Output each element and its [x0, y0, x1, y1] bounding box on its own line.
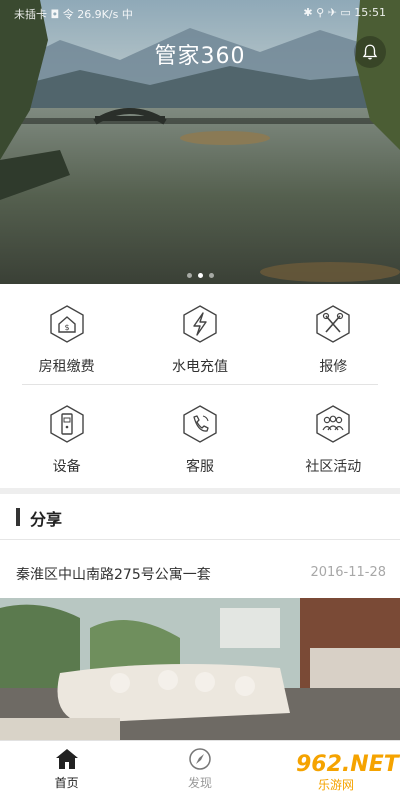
service-customer-service[interactable]: 客服	[133, 392, 266, 492]
bell-icon	[362, 44, 378, 60]
status-left: 未插卡 ◘ 令 26.9K/s 中	[14, 8, 133, 21]
service-repair[interactable]: 报修	[267, 292, 400, 392]
notification-button[interactable]	[354, 36, 386, 68]
service-label: 客服	[185, 459, 214, 475]
service-label: 房租缴费	[38, 359, 95, 375]
tab-label: 发现	[187, 776, 212, 790]
grid-divider	[22, 384, 378, 385]
compass-icon	[189, 748, 211, 770]
service-label: 报修	[319, 359, 348, 375]
customer-service-phone-icon	[183, 405, 217, 443]
service-utility-recharge[interactable]: 水电充值	[133, 292, 266, 392]
service-label: 社区活动	[305, 459, 362, 475]
service-label: 水电充值	[171, 359, 228, 375]
share-item-title: 秦淮区中山南路275号公寓一套	[16, 567, 211, 583]
watermark-text: 乐游网	[318, 778, 355, 792]
utility-recharge-icon	[183, 305, 217, 343]
share-section-header: 分享	[0, 494, 400, 540]
share-item-date: 2016-11-28	[310, 565, 386, 580]
service-grid: $ 房租缴费 水电充值 报修 设备 客服 社区活动	[0, 284, 400, 488]
watermark-number: 962.NET	[296, 752, 399, 777]
share-section-title: 分享	[30, 510, 63, 529]
tab-discover[interactable]: 发现	[133, 741, 266, 800]
service-device[interactable]: 设备	[0, 392, 133, 492]
carousel-dot[interactable]	[186, 273, 192, 278]
repair-tools-icon	[316, 305, 351, 343]
tab-home[interactable]: 首页	[0, 741, 133, 800]
rent-payment-icon: $	[49, 305, 84, 343]
apartment-interior-image	[0, 598, 400, 740]
service-rent-payment[interactable]: $ 房租缴费	[0, 292, 133, 392]
share-list-item[interactable]: 秦淮区中山南路275号公寓一套 2016-11-28	[0, 540, 400, 598]
app-title: 管家360	[154, 44, 246, 69]
status-bar: 未插卡 ◘ 令 26.9K/s 中 ✱ ⚲ ✈ ▭ 15:51	[14, 6, 386, 22]
carousel-indicator	[0, 273, 400, 278]
service-label: 设备	[52, 459, 81, 475]
home-icon	[55, 749, 78, 769]
carousel-dot[interactable]	[208, 273, 214, 278]
site-watermark: 962.NET 乐游网	[266, 750, 399, 796]
tab-label: 首页	[54, 776, 79, 790]
svg-text:$: $	[64, 323, 69, 332]
status-right: ✱ ⚲ ✈ ▭ 15:51	[303, 6, 386, 19]
carousel-dot-active[interactable]	[197, 273, 203, 278]
service-community-activity[interactable]: 社区活动	[267, 392, 400, 492]
community-people-icon	[316, 405, 351, 443]
device-door-icon	[49, 405, 84, 443]
share-item-photo[interactable]	[0, 598, 400, 740]
banner-carousel[interactable]: 未插卡 ◘ 令 26.9K/s 中 ✱ ⚲ ✈ ▭ 15:51 管家360	[0, 0, 400, 284]
section-marker	[16, 508, 20, 526]
